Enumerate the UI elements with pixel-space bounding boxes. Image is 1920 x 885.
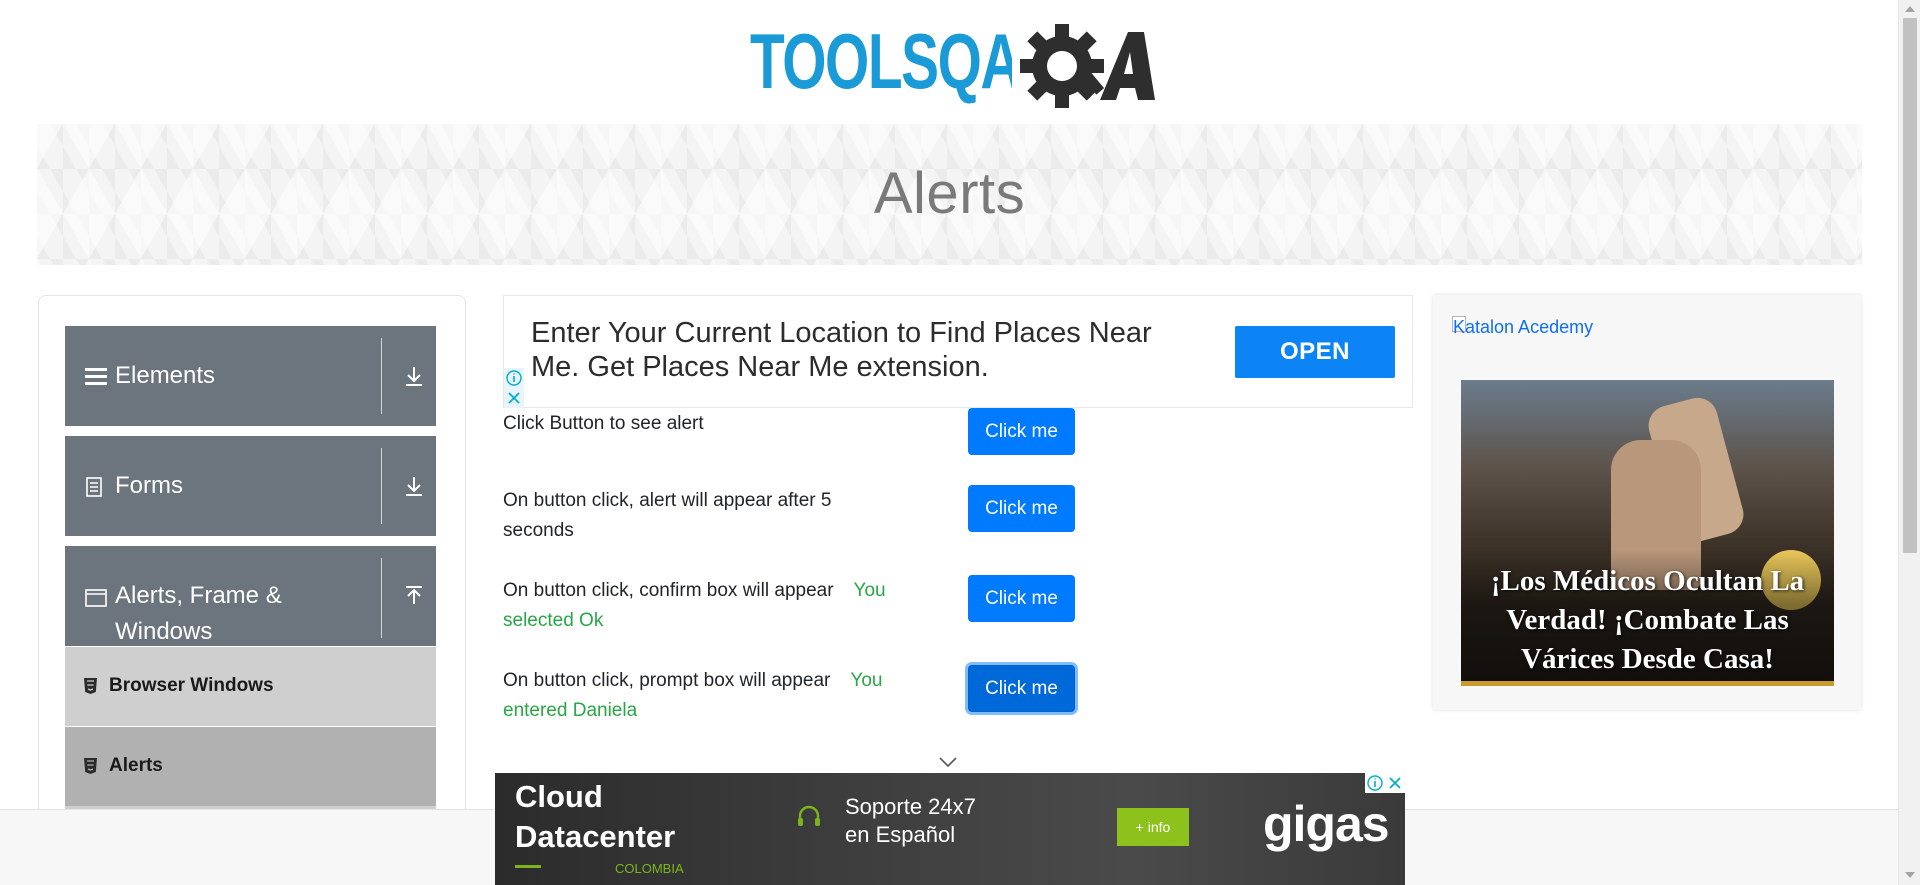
prompt-row-label: On button click, prompt box will appear Y… [503, 666, 903, 726]
chevron-down-icon[interactable] [938, 756, 958, 768]
vertical-scrollbar[interactable] [1898, 0, 1920, 885]
sidebar-item-label: Browser Windows [109, 675, 274, 696]
right-advertisement[interactable]: Katalon Acedemy ¡Los Médicos Ocultan La … [1433, 295, 1861, 710]
ad-bottom-bar [1461, 681, 1834, 686]
ad-title-line: Datacenter [515, 819, 676, 854]
more-info-button[interactable]: + info [1117, 808, 1189, 846]
download-arrow-icon[interactable] [402, 364, 426, 388]
alert-label-text: seconds [503, 520, 574, 541]
scroll-down-arrow-icon[interactable] [1905, 872, 1915, 878]
html5-icon [84, 758, 97, 774]
page-title: Alerts [873, 161, 1026, 226]
alert-button[interactable]: Click me [968, 408, 1075, 455]
svg-text:TOOLSQA: TOOLSQA [750, 18, 1020, 105]
window-icon [85, 589, 107, 607]
ad-title-line: Cloud [515, 779, 603, 814]
gear-icon [1020, 24, 1105, 108]
scroll-up-arrow-icon[interactable] [1905, 6, 1915, 12]
ad-caption: ¡Los Médicos Ocultan La Verdad! ¡Combate… [1490, 565, 1805, 675]
divider [381, 558, 382, 638]
page-banner: Alerts [37, 124, 1862, 265]
confirm-result: You [853, 580, 886, 601]
bottom-advertisement[interactable]: Cloud Datacenter COLOMBIA Soporte 24x7 e… [495, 773, 1405, 885]
ad-photo[interactable]: ¡Los Médicos Ocultan La Verdad! ¡Combate… [1461, 380, 1834, 686]
ad-close-icon[interactable] [1385, 773, 1405, 793]
download-arrow-icon[interactable] [402, 474, 426, 498]
headset-icon [798, 805, 820, 826]
ad-open-button[interactable]: OPEN [1235, 326, 1395, 378]
ad-title: Cloud Datacenter [515, 777, 675, 857]
ad-country: COLOMBIA [615, 861, 684, 876]
ad-support-text: Soporte 24x7 en Español [845, 793, 976, 849]
prompt-button[interactable]: Click me [968, 665, 1075, 712]
hamburger-icon [85, 368, 107, 385]
katalon-image-link[interactable]: Katalon Acedemy [1453, 317, 1593, 338]
ad-info-icon[interactable] [504, 368, 524, 388]
left-sidebar: Elements Forms Alerts, Frame & Windows B… [38, 295, 466, 885]
site-header: TOOLSQA [0, 0, 1898, 124]
top-advertisement[interactable]: Enter Your Current Location to Find Plac… [503, 295, 1413, 408]
sidebar-item-label: Alerts [109, 755, 163, 776]
sidebar-group-forms[interactable]: Forms [65, 436, 436, 536]
ad-close-icon[interactable] [504, 388, 524, 408]
sidebar-group-label: Elements [115, 362, 216, 389]
ad-info-icon[interactable] [1365, 773, 1385, 793]
divider [381, 448, 382, 524]
ad-support-line: Soporte 24x7 [845, 794, 976, 819]
sidebar-group-elements[interactable]: Elements [65, 326, 436, 426]
sidebar-group-alerts-frame-windows[interactable]: Alerts, Frame & Windows [65, 546, 436, 646]
ad-text: Enter Your Current Location to Find Plac… [531, 317, 1152, 383]
alert-label-text: Click Button to see alert [503, 413, 704, 434]
sidebar-item-browser-windows[interactable]: Browser Windows [65, 647, 436, 726]
alert-label-text: On button click, prompt box will appear [503, 670, 831, 691]
alert-row-label: Click Button to see alert [503, 409, 903, 439]
scrollbar-thumb[interactable] [1903, 18, 1917, 553]
form-document-icon [86, 477, 102, 497]
timer-alert-button[interactable]: Click me [968, 485, 1075, 532]
confirm-button[interactable]: Click me [968, 575, 1075, 622]
accent-line [515, 865, 541, 868]
gigas-logo[interactable]: gigas [1263, 795, 1390, 853]
sidebar-group-label: Forms [115, 472, 183, 499]
ad-support-line: en Español [845, 822, 956, 847]
sidebar-group-label: Windows [115, 618, 213, 645]
prompt-result: entered Daniela [503, 700, 638, 721]
sidebar-group-label: Alerts, Frame & [115, 582, 282, 609]
divider [381, 338, 382, 414]
confirm-row-label: On button click, confirm box will appear… [503, 576, 903, 636]
alert-label-text: On button click, confirm box will appear [503, 580, 834, 601]
html5-icon [84, 678, 97, 694]
toolsqa-logo[interactable]: TOOLSQA [750, 18, 1155, 114]
sidebar-item-alerts[interactable]: Alerts [65, 727, 436, 806]
upload-arrow-icon[interactable] [402, 584, 426, 608]
prompt-result: You [850, 670, 883, 691]
confirm-result: selected Ok [503, 610, 604, 631]
alert-label-text: On button click, alert will appear after… [503, 490, 832, 511]
timer-alert-row-label: On button click, alert will appear after… [503, 486, 903, 546]
